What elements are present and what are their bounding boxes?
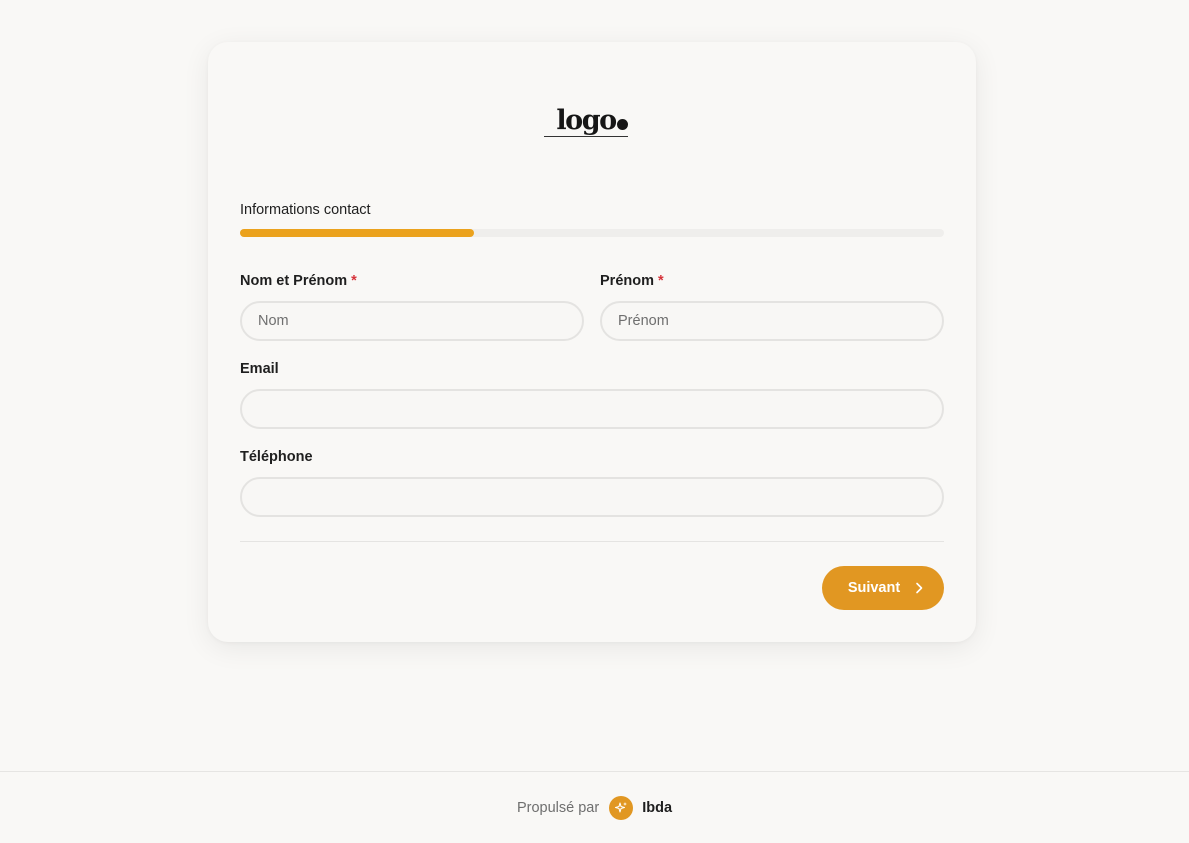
next-button-label: Suivant xyxy=(847,580,901,596)
progress-bar xyxy=(240,229,944,237)
powered-by-text: Propulsé par xyxy=(516,799,600,816)
nom-label: Nom et Prénom * xyxy=(240,273,357,289)
telephone-label: Téléphone xyxy=(240,449,313,465)
logo-dot xyxy=(616,118,628,130)
form-divider xyxy=(240,541,944,542)
logo-underline xyxy=(544,135,628,137)
progress-fill xyxy=(240,229,475,237)
brand-name[interactable]: Ibda xyxy=(642,800,672,816)
footer: Propulsé par Ibda xyxy=(0,771,1189,843)
required-asterisk: * xyxy=(351,273,357,289)
nom-input[interactable] xyxy=(240,301,584,341)
logo-text: logo xyxy=(544,104,628,137)
logo: logo xyxy=(208,102,976,138)
prenom-input[interactable] xyxy=(600,301,944,341)
page: logo Informations contact Nom et Prénom *… xyxy=(0,0,1189,843)
sparkle-icon xyxy=(609,795,634,820)
required-asterisk: * xyxy=(658,273,664,289)
email-label: Email xyxy=(240,361,279,377)
next-button[interactable]: Suivant xyxy=(822,566,944,610)
prenom-label-text: Prénom xyxy=(600,273,654,289)
telephone-input[interactable] xyxy=(240,477,944,517)
form-card: logo Informations contact Nom et Prénom *… xyxy=(208,42,976,642)
email-input[interactable] xyxy=(240,389,944,429)
logo-wordmark: logo xyxy=(556,104,617,136)
prenom-label: Prénom * xyxy=(600,273,664,289)
chevron-right-icon xyxy=(914,582,924,594)
nom-label-text: Nom et Prénom xyxy=(240,273,348,289)
step-title: Informations contact xyxy=(240,202,371,218)
